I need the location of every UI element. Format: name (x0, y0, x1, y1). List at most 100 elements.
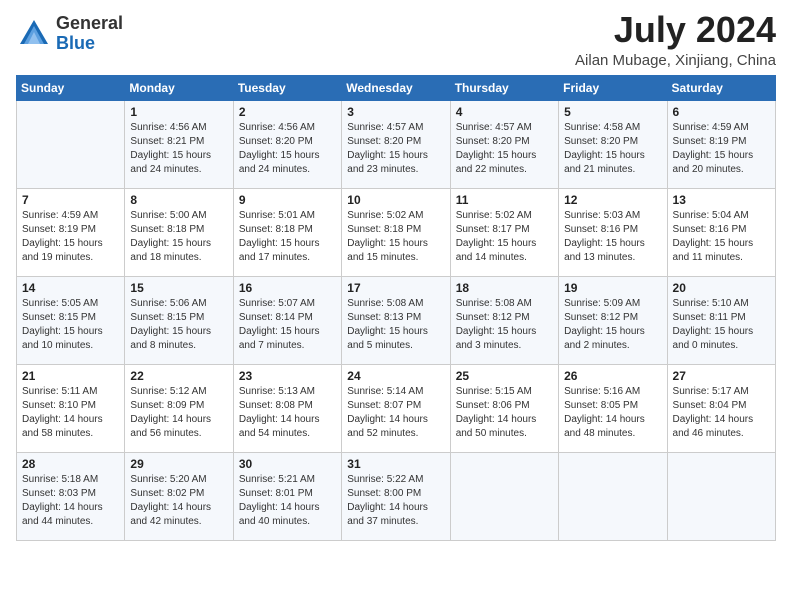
day-info: Sunrise: 4:56 AMSunset: 8:20 PMDaylight:… (239, 121, 336, 177)
day-cell: 1 Sunrise: 4:56 AMSunset: 8:21 PMDayligh… (125, 100, 233, 188)
day-cell: 16 Sunrise: 5:07 AMSunset: 8:14 PMDaylig… (233, 276, 341, 364)
day-number: 16 (239, 281, 336, 295)
day-cell: 25 Sunrise: 5:15 AMSunset: 8:06 PMDaylig… (450, 364, 558, 452)
day-cell: 17 Sunrise: 5:08 AMSunset: 8:13 PMDaylig… (342, 276, 450, 364)
day-number: 12 (564, 193, 661, 207)
day-cell: 31 Sunrise: 5:22 AMSunset: 8:00 PMDaylig… (342, 452, 450, 540)
header: General Blue July 2024 Ailan Mubage, Xin… (16, 10, 776, 69)
day-cell: 15 Sunrise: 5:06 AMSunset: 8:15 PMDaylig… (125, 276, 233, 364)
day-number: 4 (456, 105, 553, 119)
day-info: Sunrise: 5:06 AMSunset: 8:15 PMDaylight:… (130, 297, 227, 353)
day-info: Sunrise: 5:12 AMSunset: 8:09 PMDaylight:… (130, 385, 227, 441)
day-cell: 6 Sunrise: 4:59 AMSunset: 8:19 PMDayligh… (667, 100, 775, 188)
week-row-2: 7 Sunrise: 4:59 AMSunset: 8:19 PMDayligh… (17, 188, 776, 276)
col-sunday: Sunday (17, 75, 125, 100)
day-cell: 29 Sunrise: 5:20 AMSunset: 8:02 PMDaylig… (125, 452, 233, 540)
day-cell (667, 452, 775, 540)
day-info: Sunrise: 4:59 AMSunset: 8:19 PMDaylight:… (673, 121, 770, 177)
day-number: 6 (673, 105, 770, 119)
day-cell: 8 Sunrise: 5:00 AMSunset: 8:18 PMDayligh… (125, 188, 233, 276)
day-cell: 9 Sunrise: 5:01 AMSunset: 8:18 PMDayligh… (233, 188, 341, 276)
logo-general: General (56, 14, 123, 34)
day-number: 18 (456, 281, 553, 295)
day-number: 2 (239, 105, 336, 119)
day-number: 25 (456, 369, 553, 383)
day-cell: 2 Sunrise: 4:56 AMSunset: 8:20 PMDayligh… (233, 100, 341, 188)
day-info: Sunrise: 5:03 AMSunset: 8:16 PMDaylight:… (564, 209, 661, 265)
day-info: Sunrise: 5:13 AMSunset: 8:08 PMDaylight:… (239, 385, 336, 441)
day-cell: 24 Sunrise: 5:14 AMSunset: 8:07 PMDaylig… (342, 364, 450, 452)
day-cell: 21 Sunrise: 5:11 AMSunset: 8:10 PMDaylig… (17, 364, 125, 452)
day-info: Sunrise: 4:57 AMSunset: 8:20 PMDaylight:… (456, 121, 553, 177)
day-info: Sunrise: 5:00 AMSunset: 8:18 PMDaylight:… (130, 209, 227, 265)
day-number: 15 (130, 281, 227, 295)
day-number: 5 (564, 105, 661, 119)
week-row-3: 14 Sunrise: 5:05 AMSunset: 8:15 PMDaylig… (17, 276, 776, 364)
day-cell: 19 Sunrise: 5:09 AMSunset: 8:12 PMDaylig… (559, 276, 667, 364)
day-number: 20 (673, 281, 770, 295)
day-cell: 18 Sunrise: 5:08 AMSunset: 8:12 PMDaylig… (450, 276, 558, 364)
week-row-1: 1 Sunrise: 4:56 AMSunset: 8:21 PMDayligh… (17, 100, 776, 188)
day-cell: 12 Sunrise: 5:03 AMSunset: 8:16 PMDaylig… (559, 188, 667, 276)
day-cell (17, 100, 125, 188)
day-number: 23 (239, 369, 336, 383)
day-info: Sunrise: 5:08 AMSunset: 8:13 PMDaylight:… (347, 297, 444, 353)
day-number: 10 (347, 193, 444, 207)
logo-text: General Blue (56, 14, 123, 54)
day-cell: 20 Sunrise: 5:10 AMSunset: 8:11 PMDaylig… (667, 276, 775, 364)
col-monday: Monday (125, 75, 233, 100)
day-info: Sunrise: 4:56 AMSunset: 8:21 PMDaylight:… (130, 121, 227, 177)
title-block: July 2024 Ailan Mubage, Xinjiang, China (575, 10, 776, 69)
col-wednesday: Wednesday (342, 75, 450, 100)
day-number: 27 (673, 369, 770, 383)
day-number: 1 (130, 105, 227, 119)
day-cell: 28 Sunrise: 5:18 AMSunset: 8:03 PMDaylig… (17, 452, 125, 540)
day-info: Sunrise: 5:21 AMSunset: 8:01 PMDaylight:… (239, 473, 336, 529)
day-number: 3 (347, 105, 444, 119)
day-info: Sunrise: 5:04 AMSunset: 8:16 PMDaylight:… (673, 209, 770, 265)
day-cell: 23 Sunrise: 5:13 AMSunset: 8:08 PMDaylig… (233, 364, 341, 452)
day-info: Sunrise: 4:58 AMSunset: 8:20 PMDaylight:… (564, 121, 661, 177)
week-row-4: 21 Sunrise: 5:11 AMSunset: 8:10 PMDaylig… (17, 364, 776, 452)
day-info: Sunrise: 5:10 AMSunset: 8:11 PMDaylight:… (673, 297, 770, 353)
day-cell: 7 Sunrise: 4:59 AMSunset: 8:19 PMDayligh… (17, 188, 125, 276)
day-cell (450, 452, 558, 540)
col-tuesday: Tuesday (233, 75, 341, 100)
header-row: Sunday Monday Tuesday Wednesday Thursday… (17, 75, 776, 100)
day-info: Sunrise: 5:02 AMSunset: 8:17 PMDaylight:… (456, 209, 553, 265)
day-cell: 10 Sunrise: 5:02 AMSunset: 8:18 PMDaylig… (342, 188, 450, 276)
day-cell: 27 Sunrise: 5:17 AMSunset: 8:04 PMDaylig… (667, 364, 775, 452)
col-thursday: Thursday (450, 75, 558, 100)
week-row-5: 28 Sunrise: 5:18 AMSunset: 8:03 PMDaylig… (17, 452, 776, 540)
logo-blue: Blue (56, 34, 123, 54)
day-number: 11 (456, 193, 553, 207)
day-cell (559, 452, 667, 540)
day-number: 29 (130, 457, 227, 471)
logo: General Blue (16, 14, 123, 54)
day-info: Sunrise: 5:09 AMSunset: 8:12 PMDaylight:… (564, 297, 661, 353)
day-info: Sunrise: 5:18 AMSunset: 8:03 PMDaylight:… (22, 473, 119, 529)
day-info: Sunrise: 5:05 AMSunset: 8:15 PMDaylight:… (22, 297, 119, 353)
month-year: July 2024 (575, 10, 776, 50)
day-info: Sunrise: 5:01 AMSunset: 8:18 PMDaylight:… (239, 209, 336, 265)
day-info: Sunrise: 4:57 AMSunset: 8:20 PMDaylight:… (347, 121, 444, 177)
day-number: 19 (564, 281, 661, 295)
day-cell: 4 Sunrise: 4:57 AMSunset: 8:20 PMDayligh… (450, 100, 558, 188)
day-number: 21 (22, 369, 119, 383)
day-number: 31 (347, 457, 444, 471)
day-number: 28 (22, 457, 119, 471)
day-number: 22 (130, 369, 227, 383)
day-info: Sunrise: 5:22 AMSunset: 8:00 PMDaylight:… (347, 473, 444, 529)
day-info: Sunrise: 5:20 AMSunset: 8:02 PMDaylight:… (130, 473, 227, 529)
day-cell: 3 Sunrise: 4:57 AMSunset: 8:20 PMDayligh… (342, 100, 450, 188)
day-cell: 13 Sunrise: 5:04 AMSunset: 8:16 PMDaylig… (667, 188, 775, 276)
day-cell: 30 Sunrise: 5:21 AMSunset: 8:01 PMDaylig… (233, 452, 341, 540)
day-info: Sunrise: 5:14 AMSunset: 8:07 PMDaylight:… (347, 385, 444, 441)
day-info: Sunrise: 5:16 AMSunset: 8:05 PMDaylight:… (564, 385, 661, 441)
day-cell: 22 Sunrise: 5:12 AMSunset: 8:09 PMDaylig… (125, 364, 233, 452)
day-number: 8 (130, 193, 227, 207)
calendar-container: General Blue July 2024 Ailan Mubage, Xin… (0, 0, 792, 557)
calendar-table: Sunday Monday Tuesday Wednesday Thursday… (16, 75, 776, 541)
day-info: Sunrise: 5:11 AMSunset: 8:10 PMDaylight:… (22, 385, 119, 441)
day-info: Sunrise: 4:59 AMSunset: 8:19 PMDaylight:… (22, 209, 119, 265)
